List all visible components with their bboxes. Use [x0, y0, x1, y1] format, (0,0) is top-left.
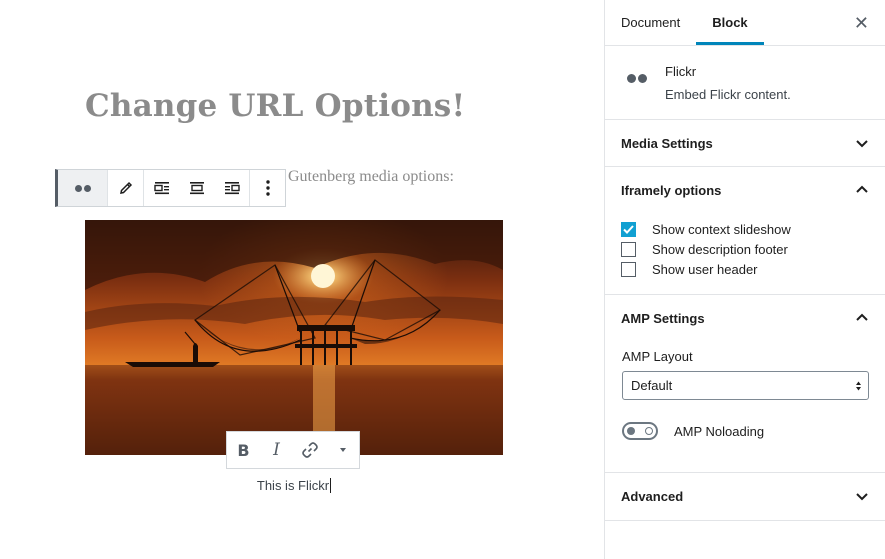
more-formats-icon[interactable] [326, 432, 359, 468]
flickr-embed-icon[interactable] [58, 170, 107, 206]
chevron-up-icon [856, 313, 868, 321]
chevron-down-icon [856, 140, 868, 148]
option-label: Show context slideshow [652, 222, 791, 237]
block-name: Flickr [665, 64, 697, 79]
settings-sidebar: Document Block ✕ Flickr Embed Flickr con… [604, 0, 885, 559]
text-cursor [330, 478, 332, 493]
option-user-header[interactable]: Show user header [605, 260, 885, 279]
block-switcher-group [58, 170, 108, 206]
iframely-options-toggle[interactable]: Iframely options [605, 167, 885, 213]
amp-noloading-toggle[interactable] [622, 422, 658, 440]
flickr-embed-image[interactable] [85, 220, 503, 455]
close-icon[interactable]: ✕ [854, 13, 869, 34]
amp-layout-select[interactable]: Default [622, 371, 869, 400]
tab-document[interactable]: Document [605, 0, 696, 45]
link-icon[interactable] [293, 432, 326, 468]
amp-settings-toggle[interactable]: AMP Settings [605, 295, 885, 341]
app: Change URL Options! Gutenberg media opti… [0, 0, 885, 559]
option-description-footer[interactable]: Show description footer [605, 240, 885, 259]
edit-pencil-icon[interactable] [108, 170, 143, 206]
checkbox-unchecked[interactable] [621, 242, 636, 257]
toggle-knob [627, 427, 635, 435]
media-settings-panel: Media Settings [605, 120, 885, 167]
checkbox-unchecked[interactable] [621, 262, 636, 277]
amp-noloading-label: AMP Noloading [674, 423, 765, 439]
option-context-slideshow[interactable]: Show context slideshow [605, 220, 885, 239]
toggle-off-indicator [645, 427, 653, 435]
chevron-up-icon [856, 185, 868, 193]
amp-layout-value: Default [631, 378, 673, 393]
panel-title: Iframely options [621, 182, 722, 198]
more-group [250, 170, 285, 206]
panel-title: Media Settings [621, 135, 713, 151]
alignment-group [144, 170, 250, 206]
advanced-toggle[interactable]: Advanced [605, 473, 885, 519]
bold-button[interactable]: B [227, 432, 260, 468]
edit-group [108, 170, 144, 206]
checkbox-checked[interactable] [621, 222, 636, 237]
more-options-icon[interactable] [250, 170, 285, 206]
tab-block[interactable]: Block [696, 0, 764, 45]
flickr-icon [626, 70, 648, 88]
option-label: Show description footer [652, 242, 788, 257]
option-label: Show user header [652, 262, 758, 277]
post-title[interactable]: Change URL Options! [85, 88, 465, 124]
align-center-icon[interactable] [179, 170, 214, 206]
block-description: Embed Flickr content. [665, 87, 791, 102]
panel-title: AMP Settings [621, 310, 705, 326]
amp-noloading-row: AMP Noloading [605, 422, 885, 440]
block-toolbar [55, 169, 286, 207]
align-right-icon[interactable] [214, 170, 249, 206]
format-toolbar: B I [226, 431, 360, 469]
amp-layout-label: AMP Layout [622, 349, 693, 364]
image-caption[interactable]: This is Flickr [0, 478, 588, 493]
caption-text: This is Flickr [256, 478, 330, 493]
select-arrows-icon [856, 381, 861, 390]
advanced-panel: Advanced [605, 473, 885, 521]
amp-settings-panel: AMP Settings AMP Layout Default AMP Nolo… [605, 295, 885, 473]
block-card: Flickr Embed Flickr content. [605, 46, 885, 120]
chevron-down-icon [856, 493, 868, 501]
editor-canvas: Change URL Options! Gutenberg media opti… [0, 0, 604, 559]
paragraph-block[interactable]: Gutenberg media options: [288, 168, 454, 186]
align-left-icon[interactable] [144, 170, 179, 206]
panel-title: Advanced [621, 488, 684, 504]
sidebar-tabs: Document Block ✕ [605, 0, 885, 46]
media-settings-toggle[interactable]: Media Settings [605, 120, 885, 166]
italic-button[interactable]: I [260, 432, 293, 468]
iframely-options-panel: Iframely options Show context slideshow … [605, 167, 885, 295]
